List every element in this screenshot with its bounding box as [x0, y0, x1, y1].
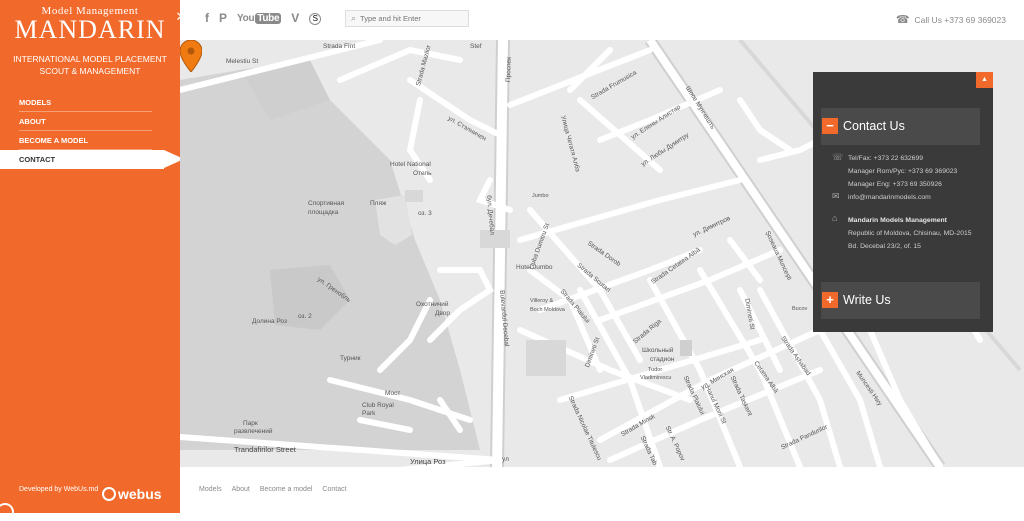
map-label: Мост: [385, 390, 401, 397]
map-marker-icon[interactable]: [180, 40, 202, 72]
phone-icon: ☎: [895, 14, 910, 26]
map-label: Охотничий: [416, 301, 449, 308]
map-label: Park: [362, 410, 376, 417]
map-label: ул: [502, 456, 509, 463]
sidebar-item-about[interactable]: ABOUT: [0, 112, 180, 131]
facebook-icon[interactable]: f: [205, 11, 209, 26]
map-label: Melestiu St: [226, 58, 259, 65]
search-input[interactable]: [360, 14, 461, 23]
phone-icon: ☏: [832, 152, 844, 162]
developed-by-link[interactable]: Developed by WebUs.md: [19, 486, 98, 493]
map-label: Jumbo: [532, 193, 549, 199]
youtube-icon[interactable]: You Tube: [237, 13, 282, 24]
search-box: ⌕: [345, 10, 469, 27]
sidebar-item-become-a-model[interactable]: BECOME A MODEL: [0, 131, 180, 150]
map-label: Tudor: [648, 367, 663, 373]
pinterest-icon[interactable]: P: [219, 11, 227, 26]
map-label: стадион: [650, 356, 675, 363]
phone-contact: ☎ Call Us +373 69 369023: [896, 13, 1006, 26]
envelope-icon: ✉: [832, 191, 840, 201]
header: f P YouTube V S ⌕ ☎ Call Us +373 69 3690…: [180, 0, 1024, 40]
tagline-line-2: SCOUT & MANAGEMENT: [39, 66, 141, 76]
sidebar-nav: MODELS ABOUT BECOME A MODEL CONTACT: [0, 93, 184, 169]
map-label: Club Royal: [362, 402, 394, 409]
sidebar-item-models[interactable]: MODELS: [0, 93, 180, 112]
map-label: Спортивная: [308, 200, 345, 207]
sidebar-item-label: BECOME A MODEL: [19, 136, 89, 145]
map-label: Strada Fînt: [323, 43, 356, 50]
map-label: оз. 3: [418, 210, 432, 217]
footer-link-about[interactable]: About: [232, 486, 250, 493]
write-us-toggle[interactable]: + Write Us: [821, 282, 980, 319]
footer: Models About Become a model Contact: [180, 467, 1024, 513]
search-icon: ⌕: [351, 13, 357, 23]
webus-logo[interactable]: webus: [102, 486, 162, 502]
map-label: Bucov: [792, 306, 808, 312]
skype-icon[interactable]: S: [309, 12, 322, 25]
building: [680, 340, 692, 356]
footer-links: Models About Become a model Contact: [199, 486, 347, 493]
map-label: Парк: [243, 420, 258, 427]
write-us-title: Write Us: [843, 293, 891, 307]
tel-fax: Tel/Fax: +373 22 632699: [848, 155, 924, 162]
plus-icon: +: [822, 292, 838, 308]
footer-link-become-a-model[interactable]: Become a model: [260, 486, 313, 493]
map-label: Турник: [340, 355, 361, 362]
map-label: Vladimirescu: [640, 375, 672, 381]
sidebar: Model Management MANDARIN INTERNATIONAL …: [0, 0, 186, 521]
map-label: развлечений: [234, 428, 273, 435]
map-label: Проспек: [505, 56, 513, 83]
map-label: Villeroy &: [530, 298, 554, 304]
map-label: площадка: [308, 209, 339, 216]
map-label: Boch Moldova: [530, 307, 565, 313]
map-label: оз. 2: [298, 313, 312, 320]
social-links: f P You Tube V S: [205, 11, 322, 26]
home-icon: ⌂: [832, 213, 838, 223]
map-label: Trandafirilor Street: [234, 445, 296, 454]
road: [492, 40, 508, 467]
youtube-tube: Tube: [255, 13, 282, 24]
map-label: Двор: [435, 310, 451, 317]
contact-us-toggle[interactable]: − Contact Us: [821, 108, 980, 145]
sidebar-item-contact[interactable]: CONTACT: [0, 150, 184, 169]
map-label: Stef: [470, 43, 482, 50]
building: [405, 190, 423, 202]
map-label: Долина Роз: [252, 318, 287, 325]
phone-number[interactable]: Call Us +373 69 369023: [915, 15, 1006, 25]
address-line-1: Republic of Moldova, Chisinau, MD-2015: [848, 230, 972, 237]
contact-us-title: Contact Us: [843, 119, 905, 133]
sidebar-item-label: MODELS: [19, 98, 52, 107]
minus-icon: −: [822, 118, 838, 134]
company-name: Mandarin Models Management: [848, 217, 947, 224]
map-label: Hotel Jumbo: [516, 264, 553, 271]
manager-eng: Manager Eng: +373 69 350926: [848, 181, 942, 188]
address-line-2: Bd. Decebal 23/2, of. 15: [848, 243, 921, 250]
map-label: Школьный: [642, 347, 674, 354]
contact-panel: ▲ − Contact Us ☏ Tel/Fax: +373 22 632699…: [813, 72, 993, 332]
building: [526, 340, 566, 376]
youtube-you: You: [237, 13, 255, 24]
tagline: INTERNATIONAL MODEL PLACEMENT SCOUT & MA…: [0, 53, 180, 77]
footer-link-contact[interactable]: Contact: [322, 486, 346, 493]
map-label: Пляж: [370, 200, 387, 207]
logo[interactable]: Model Management MANDARIN: [0, 5, 180, 43]
manager-rom: Manager Rom/Рус: +373 69 369023: [848, 168, 958, 175]
webus-logo-icon: [102, 487, 116, 501]
footer-link-models[interactable]: Models: [199, 486, 222, 493]
map-label: Улица Роз: [410, 457, 446, 466]
sidebar-item-label: ABOUT: [19, 117, 46, 126]
sidebar-item-label: CONTACT: [19, 155, 56, 164]
circle-icon: [0, 503, 14, 521]
tagline-line-1: INTERNATIONAL MODEL PLACEMENT: [13, 54, 167, 64]
webus-logo-text: webus: [118, 486, 162, 502]
park-area: [180, 70, 480, 450]
triangle-up-icon[interactable]: ▲: [976, 72, 993, 88]
logo-name: MANDARIN: [14, 15, 166, 44]
map-label: Отель: [413, 170, 432, 177]
vimeo-icon[interactable]: V: [291, 11, 299, 26]
email-link[interactable]: info@mandarinmodels.com: [848, 191, 931, 204]
map-label: Hotel National: [390, 161, 431, 168]
